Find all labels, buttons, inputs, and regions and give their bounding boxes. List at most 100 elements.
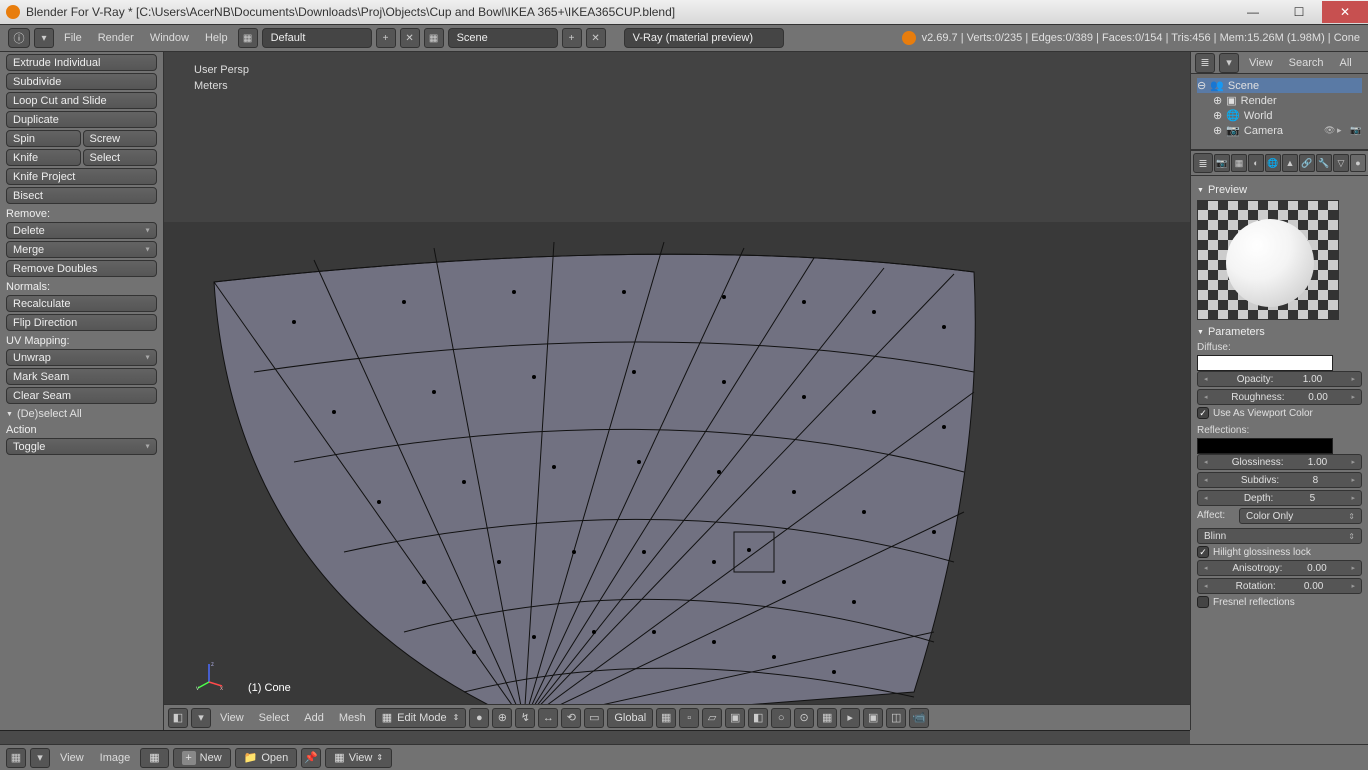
outliner-view-menu[interactable]: View (1243, 57, 1279, 69)
edge-mode-icon[interactable]: ▱ (702, 708, 722, 728)
reflection-color[interactable] (1197, 438, 1333, 454)
knife-select-button[interactable]: Select (83, 149, 158, 166)
pivot-icon[interactable]: ⊕ (492, 708, 512, 728)
scene-picker[interactable]: Scene (448, 28, 558, 48)
subdivs-field[interactable]: Subdivs:8 (1197, 472, 1362, 488)
shading-icon[interactable]: ● (469, 708, 489, 728)
view-menu[interactable]: View (214, 712, 250, 724)
3d-viewport[interactable]: User Persp Meters (164, 52, 1190, 730)
outliner-all[interactable]: All (1334, 57, 1358, 69)
glossiness-field[interactable]: Glossiness:1.00 (1197, 454, 1362, 470)
select-menu[interactable]: Select (253, 712, 296, 724)
scale-icon[interactable]: ▭ (584, 708, 604, 728)
view-selector[interactable]: ▦ View ⇕ (325, 748, 392, 768)
render-icon[interactable]: ▸ (840, 708, 860, 728)
orientation-selector[interactable]: Global (607, 708, 653, 728)
tab-constraints[interactable]: 🔗 (1299, 154, 1315, 172)
depth-field[interactable]: Depth:5 (1197, 490, 1362, 506)
knife-button[interactable]: Knife (6, 149, 81, 166)
editor-type-icon[interactable]: ≣ (1195, 53, 1215, 73)
duplicate-button[interactable]: Duplicate (6, 111, 157, 128)
redo-panel-header[interactable]: (De)select All (6, 408, 157, 420)
toggle-select[interactable]: Toggle (6, 438, 157, 455)
tree-item-render[interactable]: ⊕ ▣ Render (1197, 93, 1362, 108)
minimize-button[interactable]: — (1230, 1, 1276, 23)
add-menu[interactable]: Add (298, 712, 330, 724)
tab-material[interactable]: ● (1350, 154, 1366, 172)
window-menu[interactable]: Window (144, 32, 195, 44)
camera-icon[interactable]: 📹 (909, 708, 929, 728)
file-menu[interactable]: File (58, 32, 88, 44)
image-browse[interactable]: ▦ (140, 748, 168, 768)
merge-button[interactable]: Merge (6, 241, 157, 258)
copy-icon[interactable]: ▣ (863, 708, 883, 728)
loop-cut-button[interactable]: Loop Cut and Slide (6, 92, 157, 109)
timeline-strip[interactable] (0, 730, 1190, 744)
screen-layout-picker[interactable]: Default (262, 28, 372, 48)
delete-button[interactable]: Delete (6, 222, 157, 239)
use-viewport-color-check[interactable]: Use As Viewport Color (1197, 407, 1362, 419)
layout-browse-icon[interactable]: ▦ (238, 28, 258, 48)
tree-item-world[interactable]: ⊕ 🌐 World (1197, 108, 1362, 123)
image-new-button[interactable]: +New (173, 748, 231, 768)
diffuse-color[interactable] (1197, 355, 1333, 371)
snap-target-icon[interactable]: ▦ (817, 708, 837, 728)
affect-selector[interactable]: Color Only (1239, 508, 1362, 524)
editor-type-icon[interactable]: ◧ (168, 708, 188, 728)
occlude-icon[interactable]: ◧ (748, 708, 768, 728)
layout-delete-icon[interactable]: ✕ (400, 28, 420, 48)
screw-button[interactable]: Screw (83, 130, 158, 147)
rotation-field[interactable]: Rotation:0.00 (1197, 578, 1362, 594)
tab-layers[interactable]: ▦ (1231, 154, 1247, 172)
mode-selector[interactable]: ▦Edit Mode⇕ (375, 708, 467, 728)
tab-world[interactable]: 🌐 (1265, 154, 1281, 172)
unwrap-button[interactable]: Unwrap (6, 349, 157, 366)
knife-project-button[interactable]: Knife Project (6, 168, 157, 185)
scene-browse-icon[interactable]: ▦ (424, 28, 444, 48)
tab-data[interactable]: ▽ (1333, 154, 1349, 172)
recalculate-button[interactable]: Recalculate (6, 295, 157, 312)
uv-image-menu[interactable]: Image (94, 752, 137, 764)
snap-icon[interactable]: ⊙ (794, 708, 814, 728)
close-button[interactable]: ✕ (1322, 1, 1368, 23)
rotate-icon[interactable]: ⟲ (561, 708, 581, 728)
render-menu[interactable]: Render (92, 32, 140, 44)
parameters-panel-header[interactable]: Parameters (1197, 326, 1362, 338)
editor-type-icon[interactable]: ▦ (6, 748, 26, 768)
tab-modifiers[interactable]: 🔧 (1316, 154, 1332, 172)
opacity-field[interactable]: Opacity:1.00 (1197, 371, 1362, 387)
collapse-icon[interactable]: ▾ (191, 708, 211, 728)
collapse-menus-icon[interactable]: ▾ (34, 28, 54, 48)
image-open-button[interactable]: 📁Open (235, 748, 298, 768)
brdf-selector[interactable]: Blinn (1197, 528, 1362, 544)
fresnel-check[interactable]: Fresnel reflections (1197, 596, 1362, 608)
render-engine-picker[interactable]: V-Ray (material preview) (624, 28, 784, 48)
extrude-individual-button[interactable]: Extrude Individual (6, 54, 157, 71)
spin-button[interactable]: Spin (6, 130, 81, 147)
scene-delete-icon[interactable]: ✕ (586, 28, 606, 48)
tree-item-scene[interactable]: ⊖ 👥 Scene (1197, 78, 1362, 93)
bisect-button[interactable]: Bisect (6, 187, 157, 204)
remove-doubles-button[interactable]: Remove Doubles (6, 260, 157, 277)
tab-render[interactable]: 📷 (1214, 154, 1230, 172)
layers-icon[interactable]: ▦ (656, 708, 676, 728)
mesh-menu[interactable]: Mesh (333, 712, 372, 724)
flip-direction-button[interactable]: Flip Direction (6, 314, 157, 331)
layout-add-icon[interactable]: + (376, 28, 396, 48)
roughness-field[interactable]: Roughness:0.00 (1197, 389, 1362, 405)
clear-seam-button[interactable]: Clear Seam (6, 387, 157, 404)
manipulator-icon[interactable]: ↯ (515, 708, 535, 728)
preview-panel-header[interactable]: Preview (1197, 184, 1362, 196)
editor-type-icon[interactable]: ⓘ (8, 28, 30, 48)
translate-icon[interactable]: ↔ (538, 708, 558, 728)
hilight-glossiness-check[interactable]: Hilight glossiness lock (1197, 546, 1362, 558)
vertex-mode-icon[interactable]: ▫ (679, 708, 699, 728)
mark-seam-button[interactable]: Mark Seam (6, 368, 157, 385)
collapse-icon[interactable]: ▾ (30, 748, 50, 768)
outliner-search-menu[interactable]: Search (1283, 57, 1330, 69)
uv-view-menu[interactable]: View (54, 752, 90, 764)
outliner-tree[interactable]: ⊖ 👥 Scene ⊕ ▣ Render ⊕ 🌐 World ⊕ 📷 Camer… (1191, 74, 1368, 149)
anisotropy-field[interactable]: Anisotropy:0.00 (1197, 560, 1362, 576)
face-mode-icon[interactable]: ▣ (725, 708, 745, 728)
paste-icon[interactable]: ◫ (886, 708, 906, 728)
